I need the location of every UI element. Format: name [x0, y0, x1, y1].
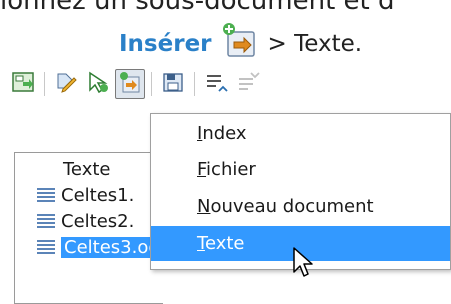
- toolbar-separator: [194, 72, 195, 96]
- toolbar-separator: [151, 72, 152, 96]
- update-button[interactable]: [83, 69, 113, 99]
- tree-item-label: Celtes2.: [61, 210, 135, 232]
- update-arrow-icon: [86, 70, 110, 98]
- navigator-toggle-button[interactable]: [8, 69, 38, 99]
- menu-mnemonic: N: [197, 196, 211, 217]
- menu-mnemonic: F: [197, 159, 207, 180]
- instruction-line: Insérer > Texte.: [119, 23, 363, 64]
- menu-item-label: ouveau document: [210, 196, 374, 217]
- menu-item-index[interactable]: Index: [151, 116, 450, 151]
- promote-level-button[interactable]: [201, 69, 231, 99]
- document-icon: [35, 237, 57, 257]
- edit-button[interactable]: [51, 69, 81, 99]
- document-icon: [35, 211, 57, 231]
- tree-item-label: Celtes1.: [61, 184, 135, 206]
- navigator-toolbar: [8, 66, 451, 102]
- insert-button[interactable]: [115, 69, 145, 99]
- menu-item-label: ichier: [206, 159, 256, 180]
- navigator-toggle-icon: [11, 70, 35, 98]
- edit-pencil-icon: [54, 70, 78, 98]
- demote-level-icon: [236, 70, 260, 98]
- demote-level-button[interactable]: [233, 69, 263, 99]
- tree-item-texte[interactable]: Texte: [63, 157, 110, 181]
- insert-menu-label: Insérer: [119, 31, 212, 57]
- save-contents-button[interactable]: [158, 69, 188, 99]
- insert-icon: [118, 70, 142, 98]
- menu-mnemonic: T: [197, 233, 205, 254]
- intro-text-fragment: ionnez un sous-document et d: [0, 0, 395, 16]
- menu-item-label: ndex: [202, 123, 247, 144]
- menu-item-label: exte: [204, 233, 245, 254]
- document-icon: [35, 185, 57, 205]
- tree-item-celtes2[interactable]: Celtes2.: [35, 209, 134, 233]
- tree-item-celtes1[interactable]: Celtes1.: [35, 183, 134, 207]
- navigator-tree: Texte Celtes1. Celtes2. Celtes3.odt: [14, 152, 170, 304]
- toolbar-separator: [44, 72, 45, 96]
- promote-level-icon: [204, 70, 228, 98]
- mouse-cursor-icon: [292, 246, 318, 280]
- instruction-rest: > Texte.: [267, 31, 363, 57]
- tree-item-label: Texte: [63, 158, 111, 180]
- insert-object-icon: [220, 20, 260, 60]
- menu-item-fichier[interactable]: Fichier: [151, 152, 450, 187]
- save-contents-icon: [161, 70, 185, 98]
- menu-item-nouveau-document[interactable]: Nouveau document: [151, 189, 450, 224]
